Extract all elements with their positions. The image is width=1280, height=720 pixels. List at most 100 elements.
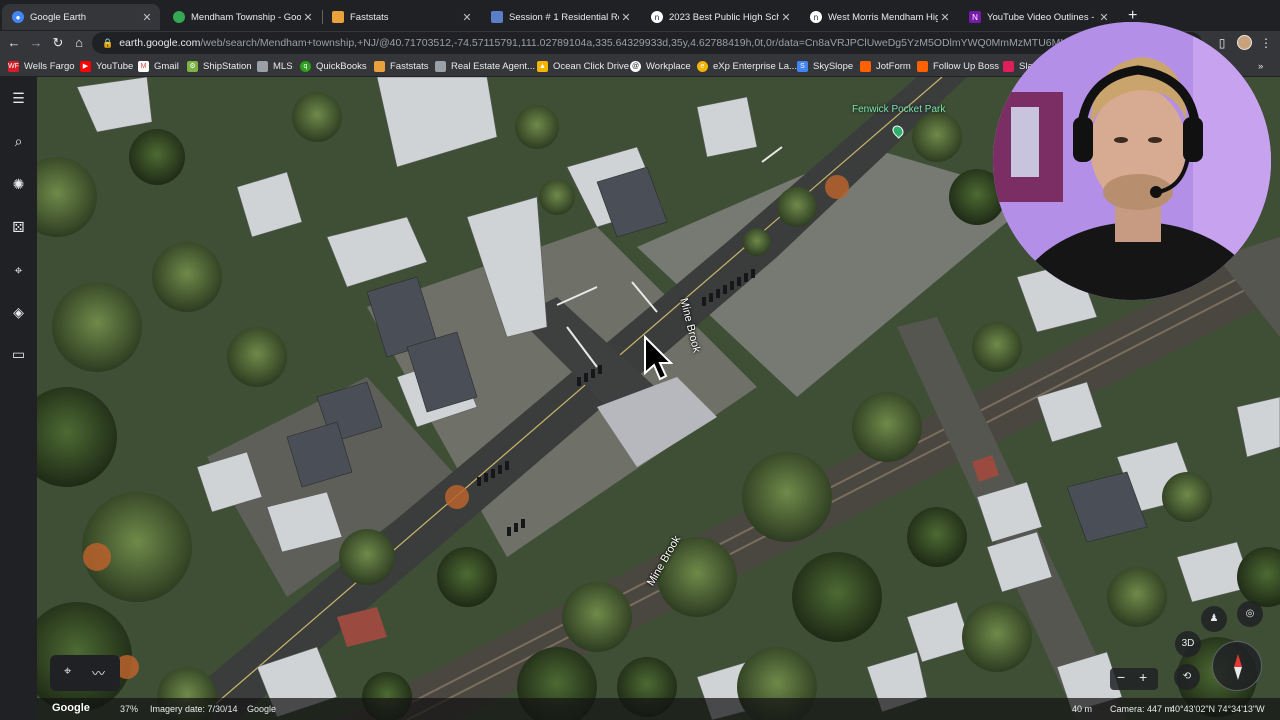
tab-youtube-video-outlines[interactable]: N YouTube Video Outlines - Micr ✕	[959, 4, 1117, 30]
close-icon[interactable]: ✕	[140, 11, 154, 24]
address-bar[interactable]: 🔒 earth.google.com/web/search/Mendham+tow…	[92, 32, 1202, 54]
compass-control[interactable]	[1212, 641, 1262, 691]
faststats-icon	[332, 11, 344, 23]
faststats-icon	[374, 60, 385, 72]
google-maps-icon	[173, 11, 185, 23]
menu-kebab-icon[interactable]: ⋮	[1257, 34, 1275, 52]
onenote-icon: N	[969, 11, 981, 23]
home-icon[interactable]: ⌂	[70, 34, 88, 52]
zoom-control: − +	[1110, 668, 1158, 690]
compass-needle-icon	[1234, 654, 1242, 680]
bookmark-label: YouTube	[96, 60, 134, 72]
document-icon	[491, 11, 503, 23]
street-view-pegman-icon[interactable]: ♟	[1201, 606, 1227, 632]
bookmark-youtube[interactable]: ▶ YouTube	[80, 59, 133, 73]
tilt-control-icon[interactable]: ⟲	[1174, 664, 1200, 690]
tab-west-morris-mendham[interactable]: n West Morris Mendham High Sc ✕	[800, 4, 958, 30]
bookmark-label: Gmail	[154, 60, 179, 72]
profile-avatar[interactable]	[1237, 35, 1252, 50]
close-icon[interactable]: ✕	[460, 11, 474, 24]
search-icon[interactable]: ⌕	[7, 130, 30, 153]
close-icon[interactable]: ✕	[1097, 11, 1111, 24]
reload-icon[interactable]: ↻	[49, 34, 67, 52]
voyager-icon[interactable]: ✺	[7, 173, 30, 196]
tab-label: West Morris Mendham High Sc	[828, 11, 938, 23]
close-icon[interactable]: ✕	[938, 11, 952, 24]
toggle-3d-button[interactable]: 3D	[1175, 631, 1201, 657]
url-host: earth.google.com	[119, 37, 201, 49]
measure-icon[interactable]: ▭	[7, 343, 30, 366]
bookmark-real-estate-agent[interactable]: Real Estate Agent...	[435, 59, 535, 73]
zoom-out-button[interactable]: −	[1117, 669, 1125, 685]
browser-tab-strip: ● Google Earth ✕ Mendham Township - Goog…	[0, 0, 1280, 32]
tab-mendham-township-maps[interactable]: Mendham Township - Google M ✕	[163, 4, 321, 30]
close-icon[interactable]: ✕	[779, 11, 793, 24]
tab-label: Faststats	[350, 11, 389, 23]
bookmark-wells-fargo[interactable]: WF Wells Fargo	[8, 59, 75, 73]
close-icon[interactable]: ✕	[301, 11, 315, 24]
mouse-cursor-icon	[644, 335, 673, 381]
menu-icon[interactable]: ☰	[7, 87, 30, 110]
niche-icon: n	[810, 11, 822, 23]
bookmark-label: eXp Enterprise La...	[713, 60, 797, 72]
bookmark-exp-enterprise[interactable]: e eXp Enterprise La...	[697, 59, 797, 73]
lock-icon: 🔒	[102, 38, 114, 48]
bookmark-jotform[interactable]: JotForm	[860, 59, 911, 73]
bookmark-label: ShipStation	[203, 60, 252, 72]
map-tools-panel: ⌖ 〰	[50, 655, 120, 691]
tab-faststats[interactable]: Faststats ✕	[322, 4, 480, 30]
location-pin-icon[interactable]: ⌖	[64, 663, 71, 679]
exp-icon: e	[697, 60, 708, 72]
bookmark-label: MLS	[273, 60, 293, 72]
zoom-percentage: 37%	[120, 704, 139, 714]
bookmark-follow-up-boss[interactable]: Follow Up Boss	[917, 59, 999, 73]
zoom-in-button[interactable]: +	[1139, 669, 1147, 685]
wells-fargo-icon: WF	[8, 60, 19, 72]
path-measure-icon[interactable]: 〰	[92, 663, 105, 682]
shipstation-icon: ⚙	[187, 60, 198, 72]
tab-best-high-schools[interactable]: n 2023 Best Public High Schools ✕	[641, 4, 799, 30]
tab-google-earth[interactable]: ● Google Earth ✕	[2, 4, 160, 30]
followupboss-icon	[917, 60, 928, 72]
bookmark-label: SkySlope	[813, 60, 854, 72]
slack-icon	[1003, 60, 1014, 72]
quickbooks-icon: q	[300, 60, 311, 72]
scale-bar: 40 m	[1072, 704, 1093, 714]
tab-label: Session # 1 Residential Result	[509, 11, 619, 23]
my-location-icon[interactable]: ◎	[1237, 601, 1263, 627]
tab-label: Google Earth	[30, 11, 86, 23]
back-icon[interactable]: ←	[5, 34, 23, 52]
attribution[interactable]: Google	[247, 704, 276, 714]
bookmark-mls[interactable]: MLS	[257, 59, 293, 73]
map-status-bar: 37% Imagery date: 7/30/14 Google 40 m Ca…	[37, 698, 1280, 720]
close-icon[interactable]: ✕	[619, 11, 633, 24]
bookmark-shipstation[interactable]: ⚙ ShipStation	[187, 59, 252, 73]
feeling-lucky-icon[interactable]: ⚄	[7, 216, 30, 239]
niche-icon: n	[651, 11, 663, 23]
workplace-icon: @	[630, 60, 641, 72]
bookmark-faststats[interactable]: Faststats	[374, 59, 429, 73]
bookmarks-overflow-icon[interactable]: »	[1258, 59, 1263, 73]
bookmark-label: Workplace	[646, 60, 691, 72]
poi-label-park[interactable]: Fenwick Pocket Park	[852, 104, 945, 115]
imagery-date: Imagery date: 7/30/14	[150, 704, 238, 714]
bookmark-gmail[interactable]: M Gmail	[138, 59, 179, 73]
map-style-icon[interactable]: ◈	[7, 301, 30, 324]
bookmark-quickbooks[interactable]: q QuickBooks	[300, 59, 367, 73]
bookmark-label: QuickBooks	[316, 60, 367, 72]
ocean-icon: ▲	[537, 60, 548, 72]
real-estate-icon	[435, 60, 446, 72]
tab-label: 2023 Best Public High Schools	[669, 11, 779, 23]
projects-icon[interactable]: ⌖	[7, 259, 30, 282]
bookmark-skyslope[interactable]: S SkySlope	[797, 59, 853, 73]
bookmark-label: Ocean Click Drive	[553, 60, 630, 72]
google-earth-icon: ●	[12, 11, 24, 23]
url-path: /web/search/Mendham+township,+NJ/@40.717…	[200, 37, 1117, 49]
webcam-presenter	[993, 22, 1271, 300]
bookmark-ocean-click-drive[interactable]: ▲ Ocean Click Drive	[537, 59, 629, 73]
bookmark-label: Real Estate Agent...	[451, 60, 535, 72]
bookmark-workplace[interactable]: @ Workplace	[630, 59, 691, 73]
forward-icon[interactable]: →	[27, 34, 45, 52]
tab-session-1[interactable]: Session # 1 Residential Result ✕	[481, 4, 639, 30]
jotform-icon	[860, 60, 871, 72]
